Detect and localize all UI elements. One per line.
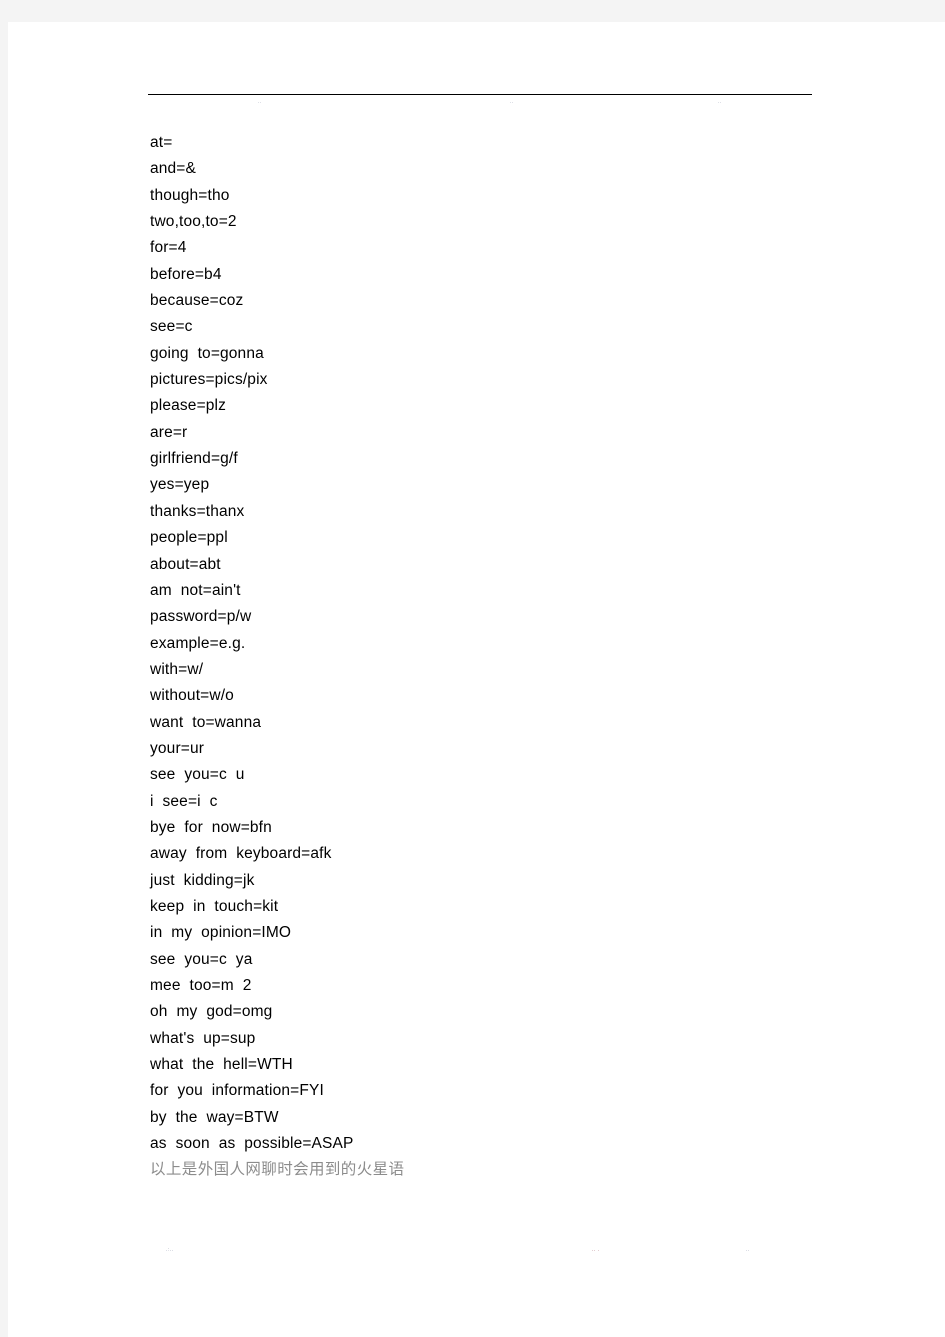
list-item: because=coz	[150, 292, 244, 310]
header-artifact-mark: ..	[510, 99, 514, 105]
list-item: without=w/o	[150, 687, 234, 705]
list-item: oh my god=omg	[150, 1003, 273, 1021]
header-artifact-mark: ..	[718, 99, 722, 105]
list-item: pictures=pics/pix	[150, 371, 268, 389]
closing-note: 以上是外国人网聊时会用到的火星语	[150, 1161, 405, 1179]
list-item: away from keyboard=afk	[150, 845, 332, 863]
list-item: what's up=sup	[150, 1029, 256, 1047]
list-item: password=p/w	[150, 608, 252, 626]
abbreviation-list: at= and=& though=tho two,too,to=2 for=4 …	[150, 130, 850, 1181]
list-item: see you=c ya	[150, 950, 253, 968]
list-item: with=w/	[150, 660, 204, 678]
list-item: want to=wanna	[150, 713, 262, 731]
list-item: about=abt	[150, 555, 221, 573]
list-item: are=r	[150, 423, 188, 441]
list-item: people=ppl	[150, 529, 228, 547]
header-artifact-mark: ..	[258, 99, 262, 105]
list-item: at=	[150, 134, 173, 151]
list-item: though=tho	[150, 186, 230, 204]
list-item: and=&	[150, 160, 197, 178]
footer-artifact-mark: .:..	[166, 1247, 174, 1253]
list-item: as soon as possible=ASAP	[150, 1135, 354, 1153]
list-item: keep in touch=kit	[150, 897, 279, 915]
list-item: your=ur	[150, 739, 205, 757]
footer-artifact-mark: ..	[746, 1247, 750, 1253]
header-divider-rule	[148, 94, 812, 95]
page-header: .. .. ..	[148, 80, 820, 120]
page-footer: .:.. .. . ..	[148, 1240, 820, 1270]
list-item: for=4	[150, 239, 187, 257]
list-item: mee too=m 2	[150, 977, 252, 994]
list-item: i see=i c	[150, 792, 218, 810]
list-item: thanks=thanx	[150, 502, 245, 520]
list-item: yes=yep	[150, 476, 210, 494]
list-item: by the way=BTW	[150, 1108, 279, 1126]
list-item: going to=gonna	[150, 344, 264, 362]
list-item: please=plz	[150, 397, 227, 415]
list-item: am not=ain't	[150, 581, 241, 599]
list-item: girlfriend=g/f	[150, 450, 238, 468]
list-item: two,too,to=2	[150, 213, 237, 231]
list-item: example=e.g.	[150, 634, 246, 652]
list-item: what the hell=WTH	[150, 1056, 293, 1074]
list-item: just kidding=jk	[150, 871, 255, 889]
document-page: .. .. .. at= and=& though=tho two,too,to…	[8, 22, 945, 1337]
list-item: bye for now=bfn	[150, 818, 272, 836]
footer-artifact-mark: .. .	[592, 1247, 600, 1253]
list-item: see you=c u	[150, 766, 245, 784]
list-item: before=b4	[150, 265, 222, 283]
list-item: see=c	[150, 318, 193, 336]
list-item: in my opinion=IMO	[150, 924, 292, 942]
list-item: for you information=FYI	[150, 1082, 324, 1100]
